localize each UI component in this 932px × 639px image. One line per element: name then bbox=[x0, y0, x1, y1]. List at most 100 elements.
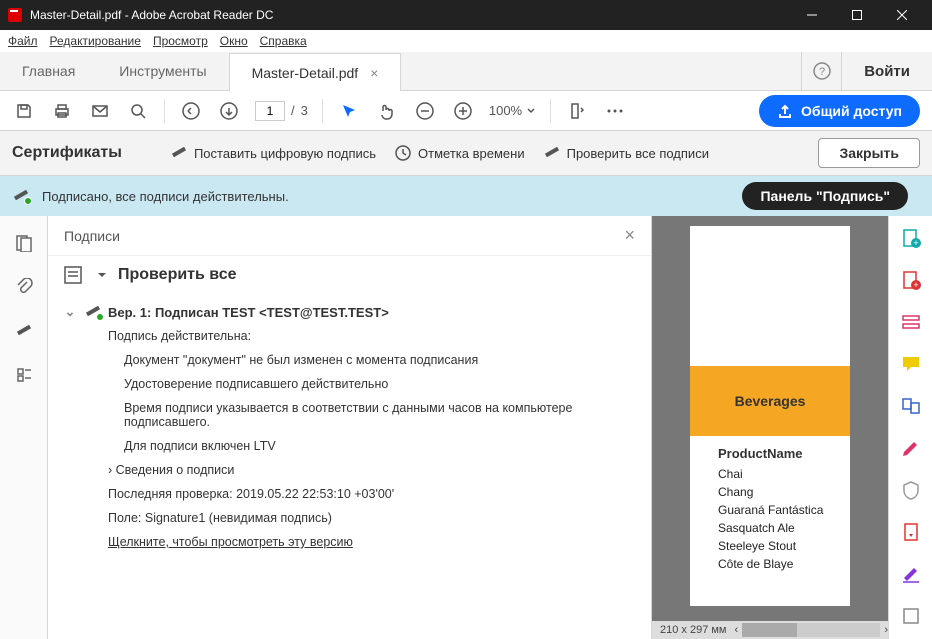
help-button[interactable]: ? bbox=[801, 52, 841, 90]
zoom-out-icon[interactable] bbox=[413, 99, 437, 123]
signature-status-bar: Подписано, все подписи действительны. Па… bbox=[0, 176, 932, 216]
page-total: 3 bbox=[301, 103, 308, 118]
horizontal-scrollbar[interactable] bbox=[742, 623, 880, 637]
save-icon[interactable] bbox=[12, 99, 36, 123]
email-icon[interactable] bbox=[88, 99, 112, 123]
signature-details-node[interactable]: › Сведения о подписи bbox=[108, 458, 635, 482]
dropdown-icon[interactable] bbox=[98, 271, 106, 279]
list-icon bbox=[64, 266, 86, 284]
protect-icon[interactable] bbox=[899, 478, 923, 502]
page-dimensions: 210 x 297 мм bbox=[652, 624, 735, 636]
field-line: Поле: Signature1 (невидимая подпись) bbox=[108, 506, 635, 530]
thumbnails-icon[interactable] bbox=[13, 232, 35, 254]
scroll-mode-icon[interactable] bbox=[565, 99, 589, 123]
last-check-line: Последняя проверка: 2019.05.22 22:53:10 … bbox=[108, 482, 635, 506]
signature-detail-line: Время подписи указывается в соответствии… bbox=[124, 396, 635, 434]
tab-tools[interactable]: Инструменты bbox=[97, 52, 228, 90]
cert-verify-button[interactable]: Проверить все подписи bbox=[543, 146, 709, 161]
title-bar: Master-Detail.pdf - Adobe Acrobat Reader… bbox=[0, 0, 932, 30]
list-item: Sasquatch Ale bbox=[718, 519, 850, 537]
pdf-icon bbox=[8, 8, 22, 22]
comment-icon[interactable] bbox=[899, 352, 923, 376]
certificates-bar: Сертификаты Поставить цифровую подпись О… bbox=[0, 131, 932, 176]
signature-panel-button[interactable]: Панель "Подпись" bbox=[742, 182, 908, 210]
cert-timestamp-button[interactable]: Отметка времени bbox=[394, 144, 525, 162]
scroll-right-icon[interactable]: › bbox=[884, 624, 888, 636]
menu-help[interactable]: Справка bbox=[260, 34, 307, 48]
login-button[interactable]: Войти bbox=[841, 52, 932, 90]
collapse-icon[interactable]: ⌄ bbox=[64, 304, 76, 320]
document-view[interactable]: Beverages ProductName Chai Chang Guaraná… bbox=[652, 216, 888, 639]
menu-bar: Файл Редактирование Просмотр Окно Справк… bbox=[0, 30, 932, 52]
tab-document[interactable]: Master-Detail.pdf × bbox=[229, 53, 402, 91]
signature-revision-node[interactable]: ⌄ Вер. 1: Подписан TEST <TEST@TEST.TEST> bbox=[64, 300, 635, 324]
cert-title: Сертификаты bbox=[12, 144, 122, 162]
fill-sign-icon[interactable] bbox=[899, 562, 923, 586]
signature-valid-icon bbox=[12, 189, 30, 203]
signature-detail-line: Для подписи включен LTV bbox=[124, 434, 635, 458]
menu-window[interactable]: Окно bbox=[220, 34, 248, 48]
menu-edit[interactable]: Редактирование bbox=[50, 34, 141, 48]
pen-icon bbox=[170, 146, 188, 160]
chevron-down-icon bbox=[526, 106, 536, 116]
signatures-icon[interactable] bbox=[13, 320, 35, 342]
menu-view[interactable]: Просмотр bbox=[153, 34, 208, 48]
scroll-left-icon[interactable]: ‹ bbox=[735, 624, 739, 636]
prev-page-icon[interactable] bbox=[179, 99, 203, 123]
verify-all-row: Проверить все bbox=[48, 256, 651, 294]
verify-all-label[interactable]: Проверить все bbox=[118, 266, 237, 284]
zoom-in-icon[interactable] bbox=[451, 99, 475, 123]
signature-detail-line: Удостоверение подписавшего действительно bbox=[124, 372, 635, 396]
bookmarks-icon[interactable] bbox=[13, 364, 35, 386]
signature-status-text: Подписано, все подписи действительны. bbox=[42, 189, 289, 204]
panel-close-icon[interactable]: × bbox=[624, 225, 635, 246]
list-item: Steeleye Stout bbox=[718, 537, 850, 555]
create-pdf-icon[interactable]: + bbox=[899, 226, 923, 250]
main-area: Подписи × Проверить все ⌄ Вер. 1: Подпис… bbox=[0, 216, 932, 639]
signature-tree: ⌄ Вер. 1: Подписан TEST <TEST@TEST.TEST>… bbox=[48, 294, 651, 554]
edit-pdf-icon[interactable] bbox=[899, 310, 923, 334]
window-title: Master-Detail.pdf - Adobe Acrobat Reader… bbox=[30, 8, 789, 22]
tab-bar: Главная Инструменты Master-Detail.pdf × … bbox=[0, 52, 932, 91]
hand-tool-icon[interactable] bbox=[375, 99, 399, 123]
cert-sign-button[interactable]: Поставить цифровую подпись bbox=[170, 146, 376, 161]
attachments-icon[interactable] bbox=[13, 276, 35, 298]
svg-text:+: + bbox=[913, 280, 918, 290]
page-indicator: / 3 bbox=[255, 101, 308, 121]
tab-close-icon[interactable]: × bbox=[370, 65, 378, 81]
category-header: Beverages bbox=[690, 366, 850, 436]
maximize-button[interactable] bbox=[834, 0, 879, 30]
redact-icon[interactable] bbox=[899, 436, 923, 460]
list-item: Chang bbox=[718, 483, 850, 501]
left-navigation-rail bbox=[0, 216, 48, 639]
menu-file[interactable]: Файл bbox=[8, 34, 38, 48]
view-version-link[interactable]: Щелкните, чтобы просмотреть эту версию bbox=[108, 530, 635, 554]
column-header: ProductName bbox=[690, 436, 850, 461]
compress-icon[interactable] bbox=[899, 520, 923, 544]
export-icon[interactable] bbox=[899, 604, 923, 628]
close-button[interactable] bbox=[879, 0, 924, 30]
right-tools-rail: + + bbox=[888, 216, 932, 639]
svg-text:?: ? bbox=[819, 66, 825, 78]
product-list: Chai Chang Guaraná Fantástica Sasquatch … bbox=[690, 461, 850, 573]
print-icon[interactable] bbox=[50, 99, 74, 123]
cert-close-button[interactable]: Закрыть bbox=[818, 138, 920, 168]
clock-icon bbox=[394, 144, 412, 162]
more-icon[interactable] bbox=[603, 99, 627, 123]
tab-home[interactable]: Главная bbox=[0, 52, 97, 90]
pdf-page: Beverages ProductName Chai Chang Guaraná… bbox=[690, 226, 850, 606]
zoom-level[interactable]: 100% bbox=[489, 103, 536, 118]
signatures-panel-header: Подписи × bbox=[48, 216, 651, 256]
minimize-button[interactable] bbox=[789, 0, 834, 30]
signature-valid-icon bbox=[84, 305, 102, 319]
share-button[interactable]: Общий доступ bbox=[759, 95, 920, 127]
organize-icon[interactable] bbox=[899, 394, 923, 418]
select-tool-icon[interactable] bbox=[337, 99, 361, 123]
pen-icon bbox=[543, 146, 561, 160]
expand-icon[interactable]: › bbox=[108, 463, 112, 477]
page-current-input[interactable] bbox=[255, 101, 285, 121]
combine-pdf-icon[interactable]: + bbox=[899, 268, 923, 292]
next-page-icon[interactable] bbox=[217, 99, 241, 123]
search-icon[interactable] bbox=[126, 99, 150, 123]
svg-text:+: + bbox=[913, 238, 918, 248]
